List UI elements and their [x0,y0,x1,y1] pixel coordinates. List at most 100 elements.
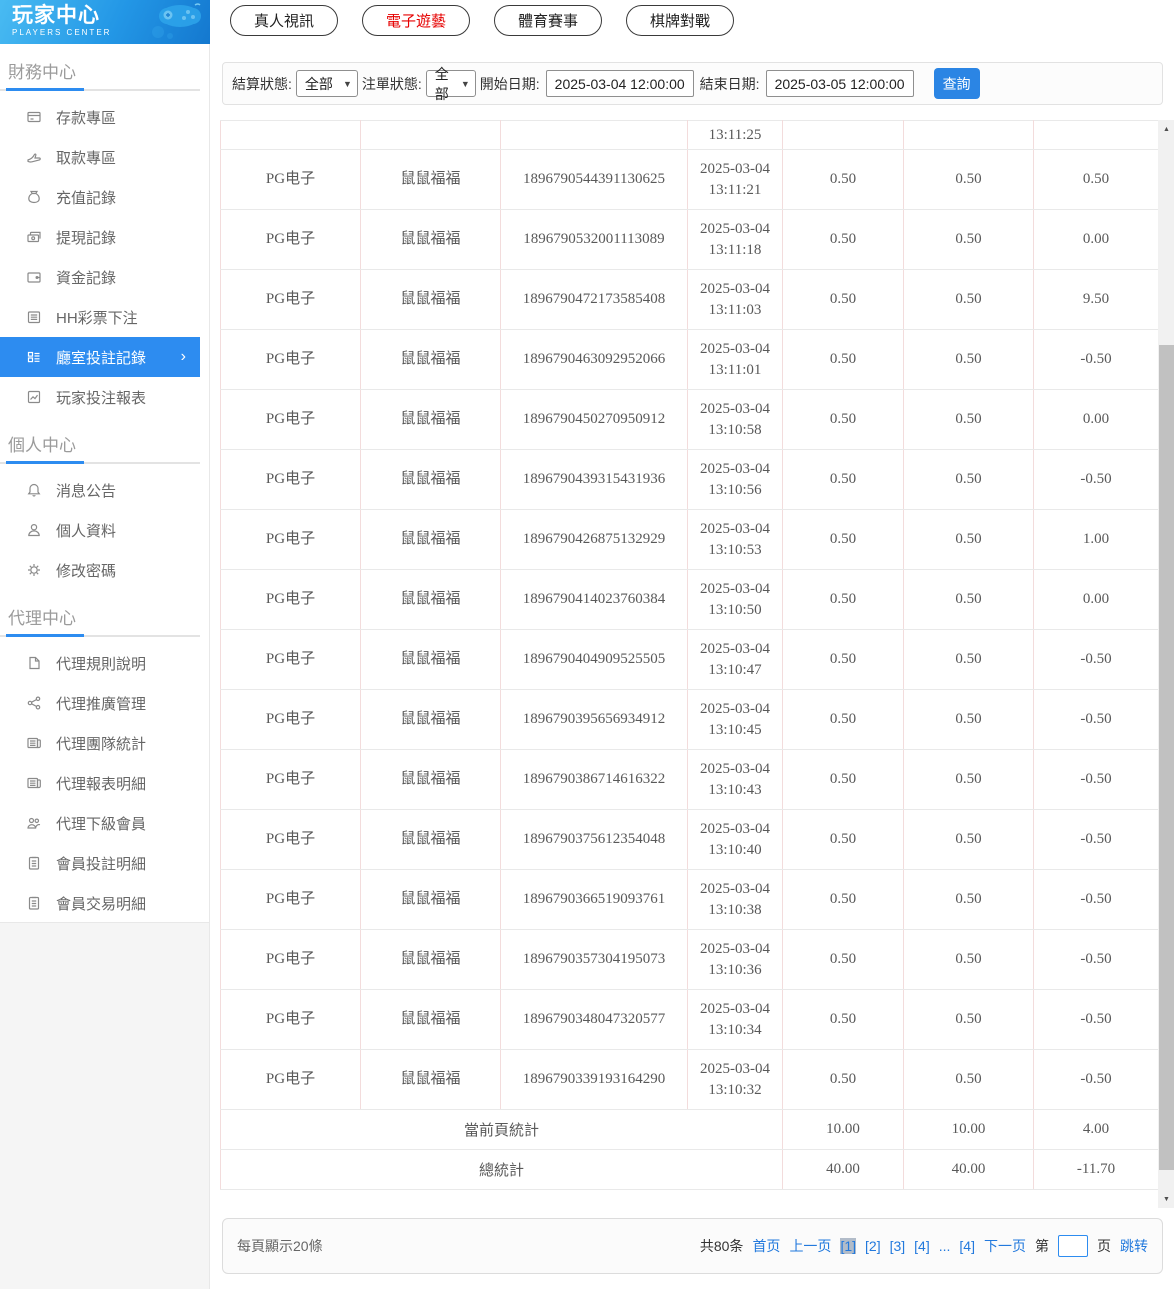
cell-datetime: 2025-03-04 13:11:21 [687,149,783,210]
cell-datetime: 2025-03-04 13:10:34 [687,989,783,1050]
cell-platform: PG电子 [220,209,361,270]
page-link[interactable]: ... [939,1238,951,1254]
sidebar-item[interactable]: 代理推廣管理 [0,683,200,723]
sidebar-item[interactable]: 存款專區 [0,97,200,137]
sidebar-item[interactable]: 提現記錄 [0,217,200,257]
first-page-link[interactable]: 首页 [752,1236,780,1256]
chevron-down-icon: ▼ [460,78,470,89]
scrollbar-thumb[interactable] [1159,345,1174,1170]
sidebar-item[interactable]: 代理報表明細 [0,763,200,803]
sidebar-item[interactable]: 消息公告 [0,470,200,510]
start-date-input[interactable] [545,70,694,97]
cell-win-loss: -11.70 [1033,1149,1159,1190]
cell-datetime: 2025-03-04 13:10:36 [687,929,783,990]
section-title: 個人中心 [8,436,76,455]
cell-game: 鼠鼠福福 [360,689,501,750]
category-tab[interactable]: 電子遊藝 [362,5,471,36]
cell-datetime: 2025-03-04 13:10:40 [687,809,783,870]
category-tab[interactable]: 體育賽事 [494,5,603,36]
scroll-down-arrow-icon[interactable]: ▼ [1158,1190,1174,1208]
sidebar-item[interactable]: 會員交易明細 [0,883,200,923]
settle-status-select[interactable]: 全部 ▼ [295,70,358,97]
cell-win-loss: -0.50 [1033,449,1159,510]
category-tab[interactable]: 棋牌對戰 [626,5,735,36]
cell-order-no: 1896790472173585408 [500,269,688,330]
sidebar-item[interactable]: 玩家投注報表 [0,377,200,417]
table-row: PG电子 鼠鼠福福 1896790348047320577 2025-03-04 13:… [220,989,1159,1050]
cell-order-no: 1896790414023760384 [500,569,688,630]
sidebar-item[interactable]: 修改密碼 [0,550,200,590]
sidebar-section-agent: 代理中心 代理規則說明代理推廣管理代理團隊統計 代理報表明細 代理下級會員 會員投註明… [0,590,209,923]
prev-page-link[interactable]: 上一页 [789,1236,831,1256]
cell-datetime: 2025-03-04 13:11:03 [687,269,783,330]
cell-bet: 0.50 [782,809,904,870]
cell-win-loss: -0.50 [1033,929,1159,990]
cell-platform: PG电子 [220,329,361,390]
table-row-summary-total: 總統計 40.00 40.00 -11.70 [220,1149,1159,1190]
section-title: 代理中心 [8,609,76,628]
table-scrollbar[interactable]: ▲ ▼ [1158,120,1174,1208]
sidebar-item[interactable]: 資金記錄 [0,257,200,297]
order-status-select[interactable]: 全部 ▼ [425,66,476,102]
cell-valid-bet: 0.50 [903,569,1034,630]
cell-bet: 0.50 [782,449,904,510]
page-link[interactable]: [2] [865,1238,881,1254]
cell-platform: PG电子 [220,929,361,990]
sidebar-item[interactable]: 代理下級會員 [0,803,200,843]
cell-game: 鼠鼠福福 [360,989,501,1050]
cell-win-loss: 1.00 [1033,509,1159,570]
table-row: PG电子 鼠鼠福福 1896790366519093761 2025-03-04 13:… [220,869,1159,930]
sidebar-item[interactable]: 代理規則說明 [0,643,200,683]
page-link[interactable]: [4] [914,1238,930,1254]
cell-datetime: 2025-03-04 13:10:32 [687,1049,783,1110]
sidebar-item-label: 代理推廣管理 [56,695,147,713]
category-tab[interactable]: 真人視訊 [230,5,339,36]
cell-datetime: 2025-03-04 13:10:38 [687,869,783,930]
search-button[interactable]: 查詢 [933,68,980,99]
jump-suffix-label: 页 [1097,1238,1111,1254]
cell-valid-bet: 0.50 [903,209,1034,270]
list-icon [26,309,42,325]
table-row: PG电子 鼠鼠福福 1896790375612354048 2025-03-04 13:… [220,809,1159,870]
sidebar-item-label: 修改密碼 [56,562,117,580]
cell-valid-bet: 0.50 [903,869,1034,930]
page-jump-input[interactable] [1058,1235,1088,1257]
table-row: PG电子 鼠鼠福福 1896790439315431936 2025-03-04 13:… [220,449,1159,510]
cell-bet: 0.50 [782,149,904,210]
cell-win-loss: -0.50 [1033,1049,1159,1110]
cell-order-no: 1896790339193164290 [500,1049,688,1110]
end-date-input[interactable] [765,70,914,97]
section-title: 財務中心 [8,63,76,82]
sidebar-item-label: 充值記錄 [56,189,117,207]
next-page-link[interactable]: 下一页 [984,1236,1026,1256]
cell-valid-bet: 0.50 [903,749,1034,810]
cell-game: 鼠鼠福福 [360,149,501,210]
cell-platform: PG电子 [220,749,361,810]
cell-datetime: 2025-03-04 13:10:47 [687,629,783,690]
jump-button[interactable]: 跳转 [1120,1236,1148,1256]
cell-game: 鼠鼠福福 [360,269,501,330]
sidebar-item[interactable]: 充值記錄 [0,177,200,217]
cell-bet: 0.50 [782,629,904,690]
cell-bet: 0.50 [782,569,904,630]
sidebar-item[interactable]: 廳室投註記錄 › [0,337,200,377]
cell-valid-bet: 0.50 [903,989,1034,1050]
sidebar-item-label: 提現記錄 [56,229,117,247]
cell-win-loss: 9.50 [1033,269,1159,330]
sidebar-section-personal: 個人中心 消息公告 個人資料修改密碼 [0,417,209,590]
cell-bet: 0.50 [782,209,904,270]
cell-valid-bet: 0.50 [903,449,1034,510]
sidebar-item[interactable]: 會員投註明細 [0,843,200,883]
sidebar-item[interactable]: 代理團隊統計 [0,723,200,763]
sidebar-item[interactable]: 取款專區 [0,137,200,177]
page-link[interactable]: [4] [959,1238,975,1254]
cell-platform: PG电子 [220,149,361,210]
section-divider [0,461,200,464]
scroll-up-arrow-icon[interactable]: ▲ [1158,120,1174,138]
sidebar-item-label: 取款專區 [56,149,117,167]
page-link-current[interactable]: [1] [840,1238,857,1254]
cell-platform: PG电子 [220,449,361,510]
page-link[interactable]: [3] [890,1238,906,1254]
sidebar-item[interactable]: HH彩票下注 [0,297,200,337]
sidebar-item[interactable]: 個人資料 [0,510,200,550]
